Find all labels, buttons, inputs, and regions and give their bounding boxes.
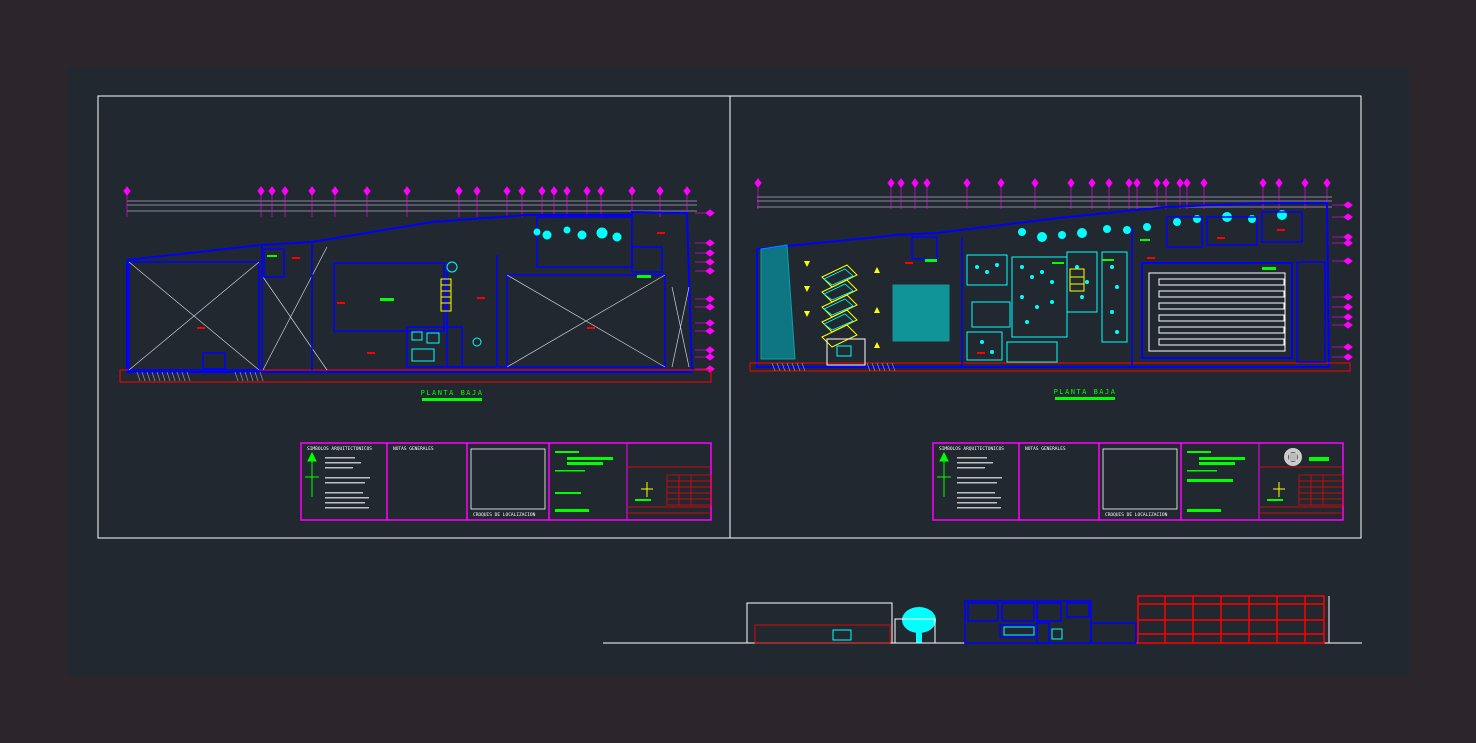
axis-marker [1259,178,1267,188]
logo-icon [1284,448,1302,466]
patio-hatch [892,284,950,342]
axis-marker [268,186,276,196]
axis-marker [705,346,715,354]
axis-marker [705,295,715,303]
axis-marker [1323,178,1331,188]
location-title-1: CROQUIS DE LOCALIZACION [473,512,536,518]
axis-marker [705,319,715,327]
axis-marker [1343,293,1353,301]
axis-marker [1343,313,1353,321]
axis-marker [911,178,919,188]
axis-marker [563,186,571,196]
axis-marker [1343,257,1353,265]
axis-marker [308,186,316,196]
axis-marker [1125,178,1133,188]
axis-marker [1031,178,1039,188]
axis-marker [1343,303,1353,311]
axis-marker [705,327,715,335]
north-arrow-icon [641,482,653,497]
axis-marker [656,186,664,196]
axis-marker [455,186,463,196]
axis-marker [705,249,715,257]
axis-marker [1067,178,1075,188]
axis-marker [997,178,1005,188]
plan-1-title: PLANTA BAJA [421,389,484,397]
axis-marker [1162,178,1170,188]
axis-marker [705,267,715,275]
axis-marker [923,178,931,188]
sheet-2-frame [729,95,1362,539]
axis-marker [1183,178,1191,188]
dimension-lines-1 [127,200,697,212]
floor-plan-2: PLANTA BAJA [749,178,1353,400]
north-arrow-icon [937,451,951,497]
plan-2-title: PLANTA BAJA [1054,388,1117,396]
axis-marker [705,353,715,361]
axis-marker [1176,178,1184,188]
axis-marker [503,186,511,196]
axis-marker [897,178,905,188]
north-arrow-icon [1273,482,1285,497]
axis-markers-1 [123,186,691,217]
axis-marker [123,186,131,196]
notes-title-2: NOTAS GENERALES [1025,446,1066,452]
axis-marker [1200,178,1208,188]
tree-icon [902,607,936,643]
symbols-title-2: SIMBOLOS ARQUITECTONICOS [939,446,1004,452]
axis-marker [583,186,591,196]
symbols-title-1: SIMBOLOS ARQUITECTONICOS [307,446,372,452]
axis-marker [887,178,895,188]
facade-elevation [603,595,1362,644]
axis-marker [1343,321,1353,329]
north-arrow-icon [305,451,319,497]
axis-markers-right-2 [1332,201,1353,361]
axis-marker [1133,178,1141,188]
floor-plan-1: PLANTA BAJA [119,186,715,401]
axis-marker [1105,178,1113,188]
axis-marker [403,186,411,196]
axis-marker [628,186,636,196]
title-block-2: SIMBOLOS ARQUITECTONICOS NOTAS GENERALES… [932,442,1344,521]
axis-marker [518,186,526,196]
axis-marker [1088,178,1096,188]
notes-title-1: NOTAS GENERALES [393,446,434,452]
axis-marker [705,365,715,373]
cad-model-space[interactable]: PLANTA BAJA PLANTA BAJA SIMBOLOS ARQUITE… [67,67,1410,676]
axis-marker [538,186,546,196]
axis-marker [705,239,715,247]
axis-marker [754,178,762,188]
axis-marker [363,186,371,196]
axis-marker [1275,178,1283,188]
axis-marker [1343,353,1353,361]
axis-marker [1343,233,1353,241]
axis-marker [257,186,265,196]
axis-marker [963,178,971,188]
building-outline-1 [126,210,694,373]
axis-marker [705,258,715,266]
axis-markers-right-1 [695,209,715,373]
axis-marker [550,186,558,196]
axis-marker [683,186,691,196]
axis-marker [473,186,481,196]
axis-marker [705,303,715,311]
axis-marker [1153,178,1161,188]
title-block-1: SIMBOLOS ARQUITECTONICOS NOTAS GENERALES… [300,442,712,521]
axis-marker [1343,239,1353,247]
axis-marker [1343,343,1353,351]
axis-marker [705,209,715,217]
axis-marker [331,186,339,196]
axis-marker [1343,201,1353,209]
axis-marker [597,186,605,196]
drawing-canvas: PLANTA BAJA PLANTA BAJA SIMBOLOS ARQUITE… [97,95,1362,644]
axis-marker [281,186,289,196]
axis-marker [1301,178,1309,188]
axis-marker [1343,213,1353,221]
location-title-2: CROQUIS DE LOCALIZACION [1105,512,1168,518]
pool [1141,262,1293,359]
